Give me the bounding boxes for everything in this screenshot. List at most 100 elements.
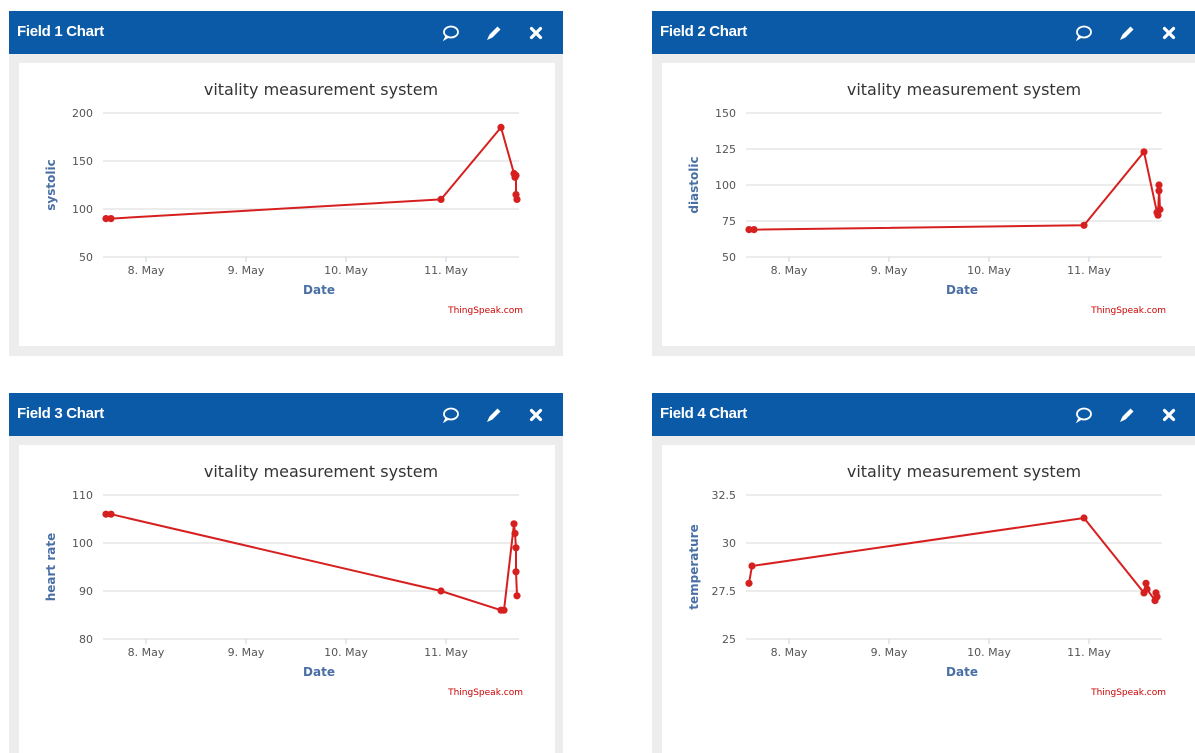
chart-title: vitality measurement system (847, 462, 1081, 481)
series-line (106, 513, 518, 612)
x-tick-label: 9. May (871, 646, 908, 659)
pencil-icon[interactable] (1114, 402, 1140, 428)
y-tick-label: 25 (722, 633, 736, 646)
data-point (437, 195, 445, 203)
close-icon[interactable] (1156, 402, 1182, 428)
data-point (1140, 148, 1148, 156)
data-point (1143, 585, 1151, 593)
panel-body: vitality measurement system 50 75 100 125 150… (652, 54, 1195, 356)
data-point (107, 510, 115, 518)
chart-area: vitality measurement system 50 75 100 125 150… (662, 63, 1195, 346)
y-tick-label: 125 (715, 143, 736, 156)
data-point (437, 587, 445, 595)
comment-icon[interactable] (438, 20, 464, 46)
y-axis-title: diastolic (687, 156, 701, 213)
pencil-icon[interactable] (481, 402, 507, 428)
data-point (511, 529, 519, 537)
close-icon[interactable] (523, 20, 549, 46)
field-2-chart-panel: Field 2 Chart vitality measurement syste… (652, 11, 1195, 356)
data-point (513, 592, 521, 600)
panel-header: Field 4 Chart (652, 393, 1195, 436)
thingspeak-credit: ThingSpeak.com (447, 688, 523, 698)
y-tick-label: 200 (72, 107, 93, 120)
panel-title: Field 1 Chart (17, 23, 104, 40)
x-axis-title: Date (303, 283, 335, 297)
chart-title: vitality measurement system (204, 80, 438, 99)
panel-title: Field 2 Chart (660, 23, 747, 40)
y-tick-label: 100 (715, 179, 736, 192)
x-tick-label: 9. May (871, 264, 908, 277)
x-axis-title: Date (946, 665, 978, 679)
chart-title: vitality measurement system (204, 462, 438, 481)
comment-icon[interactable] (1071, 402, 1097, 428)
panel-header: Field 3 Chart (9, 393, 563, 436)
series-line (748, 517, 1158, 602)
line-chart: vitality measurement system 80 90 100 110 8. … (44, 462, 523, 698)
x-tick-label: 11. May (1067, 646, 1111, 659)
x-tick-label: 8. May (771, 264, 808, 277)
chart-area: vitality measurement system 50 100 150 200 8.… (19, 63, 555, 346)
y-axis-title: temperature (687, 524, 701, 609)
x-tick-label: 9. May (228, 646, 265, 659)
y-tick-label: 32.5 (712, 489, 737, 502)
x-tick-label: 8. May (771, 646, 808, 659)
panel-header-icons (1059, 402, 1182, 428)
data-point (510, 520, 518, 528)
x-tick-label: 10. May (324, 646, 368, 659)
comment-icon[interactable] (1071, 20, 1097, 46)
pencil-icon[interactable] (481, 20, 507, 46)
field-3-chart-panel: Field 3 Chart vitality measurement syste… (9, 393, 563, 753)
thingspeak-credit: ThingSpeak.com (447, 306, 523, 316)
pencil-icon[interactable] (1114, 20, 1140, 46)
field-1-chart-panel: Field 1 Chart vitality measurement syste… (9, 11, 563, 356)
series-line (749, 150, 1161, 231)
data-point (748, 562, 756, 570)
close-icon[interactable] (523, 402, 549, 428)
data-point (1156, 205, 1164, 214)
panel-title: Field 4 Chart (660, 405, 747, 422)
x-tick-label: 10. May (967, 264, 1011, 277)
chart-title: vitality measurement system (847, 80, 1081, 99)
data-point (512, 544, 520, 552)
data-point (512, 171, 520, 179)
chart-area: vitality measurement system 25 27.5 30 32.5 8… (662, 445, 1195, 753)
line-chart: vitality measurement system 25 27.5 30 32.5 8… (687, 462, 1166, 698)
thingspeak-credit: ThingSpeak.com (1090, 688, 1166, 698)
data-point (107, 215, 115, 223)
data-point (745, 579, 753, 587)
x-tick-label: 11. May (424, 646, 468, 659)
panel-header: Field 2 Chart (652, 11, 1195, 54)
y-tick-label: 50 (722, 251, 736, 264)
y-axis-title: heart rate (44, 533, 58, 602)
panel-body: vitality measurement system 25 27.5 30 32.5 8… (652, 436, 1195, 753)
y-tick-label: 27.5 (712, 585, 737, 598)
panel-header: Field 1 Chart (9, 11, 563, 54)
panel-header-icons (426, 402, 549, 428)
data-point (1153, 593, 1161, 601)
x-tick-label: 10. May (967, 646, 1011, 659)
x-axis-title: Date (303, 665, 335, 679)
close-icon[interactable] (1156, 20, 1182, 46)
y-tick-label: 100 (72, 203, 93, 216)
data-point (497, 123, 505, 131)
panel-header-icons (426, 20, 549, 46)
y-tick-label: 50 (79, 251, 93, 264)
data-point (513, 195, 521, 203)
comment-icon[interactable] (438, 402, 464, 428)
y-tick-label: 150 (72, 155, 93, 168)
x-tick-label: 10. May (324, 264, 368, 277)
data-point (1080, 221, 1088, 229)
y-tick-label: 30 (722, 537, 736, 550)
x-tick-label: 8. May (128, 646, 165, 659)
x-axis-title: Date (946, 283, 978, 297)
panel-body: vitality measurement system 50 100 150 200 8.… (9, 54, 563, 356)
x-tick-label: 9. May (228, 264, 265, 277)
data-point (750, 226, 758, 234)
y-tick-label: 110 (72, 489, 93, 502)
y-axis-title: systolic (44, 159, 58, 210)
line-chart: vitality measurement system 50 100 150 200 8.… (44, 80, 523, 316)
y-tick-label: 100 (72, 537, 93, 550)
y-tick-label: 80 (79, 633, 93, 646)
thingspeak-credit: ThingSpeak.com (1090, 306, 1166, 316)
y-tick-label: 75 (722, 215, 736, 228)
